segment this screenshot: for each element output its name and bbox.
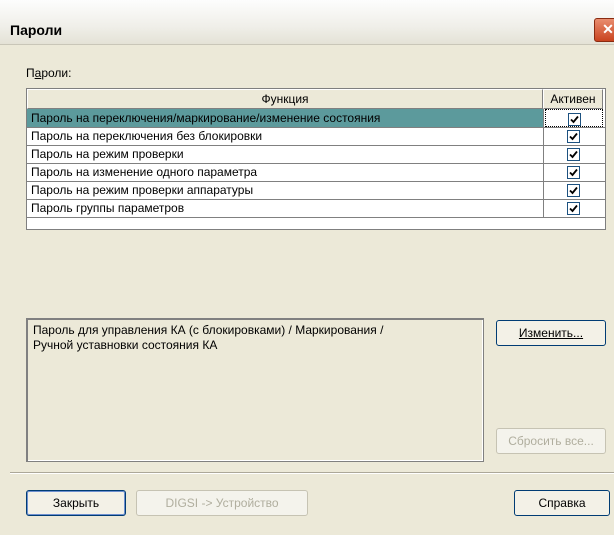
passwords-dialog: Пароли ✕ Пароли: Функция Активен Пароль … bbox=[0, 0, 614, 535]
active-cell bbox=[545, 109, 603, 127]
help-button-label: Справка bbox=[538, 496, 586, 510]
active-checkbox[interactable] bbox=[567, 202, 580, 215]
active-checkbox[interactable] bbox=[567, 184, 580, 197]
dialog-title: Пароли bbox=[10, 22, 63, 38]
close-button[interactable]: Закрыть bbox=[26, 490, 126, 516]
close-icon[interactable]: ✕ bbox=[594, 18, 614, 42]
description-box: Пароль для управления КА (с блокировками… bbox=[26, 318, 484, 462]
active-cell bbox=[545, 163, 603, 181]
digsi-to-device-button[interactable]: DIGSI -> Устройство bbox=[136, 490, 308, 516]
active-cell bbox=[545, 145, 603, 163]
table-row[interactable]: Пароль на режим проверки аппаратуры bbox=[27, 181, 605, 200]
close-button-label: Закрыть bbox=[52, 496, 100, 510]
reset-all-button-label: Сбросить все... bbox=[508, 434, 594, 448]
change-button[interactable]: Изменить... bbox=[496, 320, 606, 346]
reset-all-button[interactable]: Сбросить все... bbox=[496, 428, 606, 454]
column-header-active[interactable]: Активен bbox=[543, 89, 603, 109]
table-row[interactable]: Пароль на переключения без блокировки bbox=[27, 127, 605, 146]
title-bar[interactable]: Пароли ✕ bbox=[0, 0, 614, 45]
active-cell bbox=[545, 127, 603, 145]
function-cell: Пароль на переключения без блокировки bbox=[27, 127, 544, 145]
checkmark-icon bbox=[569, 150, 578, 159]
passwords-table: Функция Активен Пароль на переключения/м… bbox=[26, 88, 606, 230]
function-cell: Пароль группы параметров bbox=[27, 199, 544, 217]
help-button[interactable]: Справка bbox=[514, 490, 610, 516]
divider bbox=[10, 472, 614, 474]
function-cell: Пароль на режим проверки bbox=[27, 145, 544, 163]
function-cell: Пароль на переключения/маркирование/изме… bbox=[27, 109, 544, 127]
description-line: Ручной уставновки состояния КА bbox=[33, 338, 218, 352]
active-checkbox[interactable] bbox=[567, 130, 580, 143]
column-header-function[interactable]: Функция bbox=[27, 89, 543, 109]
table-row[interactable]: Пароль на изменение одного параметра bbox=[27, 163, 605, 182]
active-checkbox[interactable] bbox=[568, 113, 581, 126]
checkmark-icon bbox=[570, 115, 579, 124]
description-text: Пароль для управления КА (с блокировками… bbox=[33, 323, 477, 353]
checkmark-icon bbox=[569, 168, 578, 177]
table-row[interactable]: Пароль группы параметров bbox=[27, 199, 605, 218]
table-header: Функция Активен bbox=[27, 89, 605, 109]
active-cell bbox=[545, 199, 603, 217]
table-row[interactable]: Пароль на режим проверки bbox=[27, 145, 605, 164]
active-checkbox[interactable] bbox=[567, 166, 580, 179]
checkmark-icon bbox=[569, 204, 578, 213]
change-button-label: Изменить... bbox=[518, 326, 584, 340]
checkmark-icon bbox=[569, 186, 578, 195]
active-checkbox[interactable] bbox=[567, 148, 580, 161]
active-cell bbox=[545, 181, 603, 199]
description-line: Пароль для управления КА (с блокировками… bbox=[33, 323, 384, 337]
function-cell: Пароль на изменение одного параметра bbox=[27, 163, 544, 181]
checkmark-icon bbox=[569, 132, 578, 141]
function-cell: Пароль на режим проверки аппаратуры bbox=[27, 181, 544, 199]
table-row[interactable]: Пароль на переключения/маркирование/изме… bbox=[27, 109, 605, 128]
passwords-label: Пароли: bbox=[26, 66, 72, 80]
digsi-button-label: DIGSI -> Устройство bbox=[165, 496, 279, 510]
